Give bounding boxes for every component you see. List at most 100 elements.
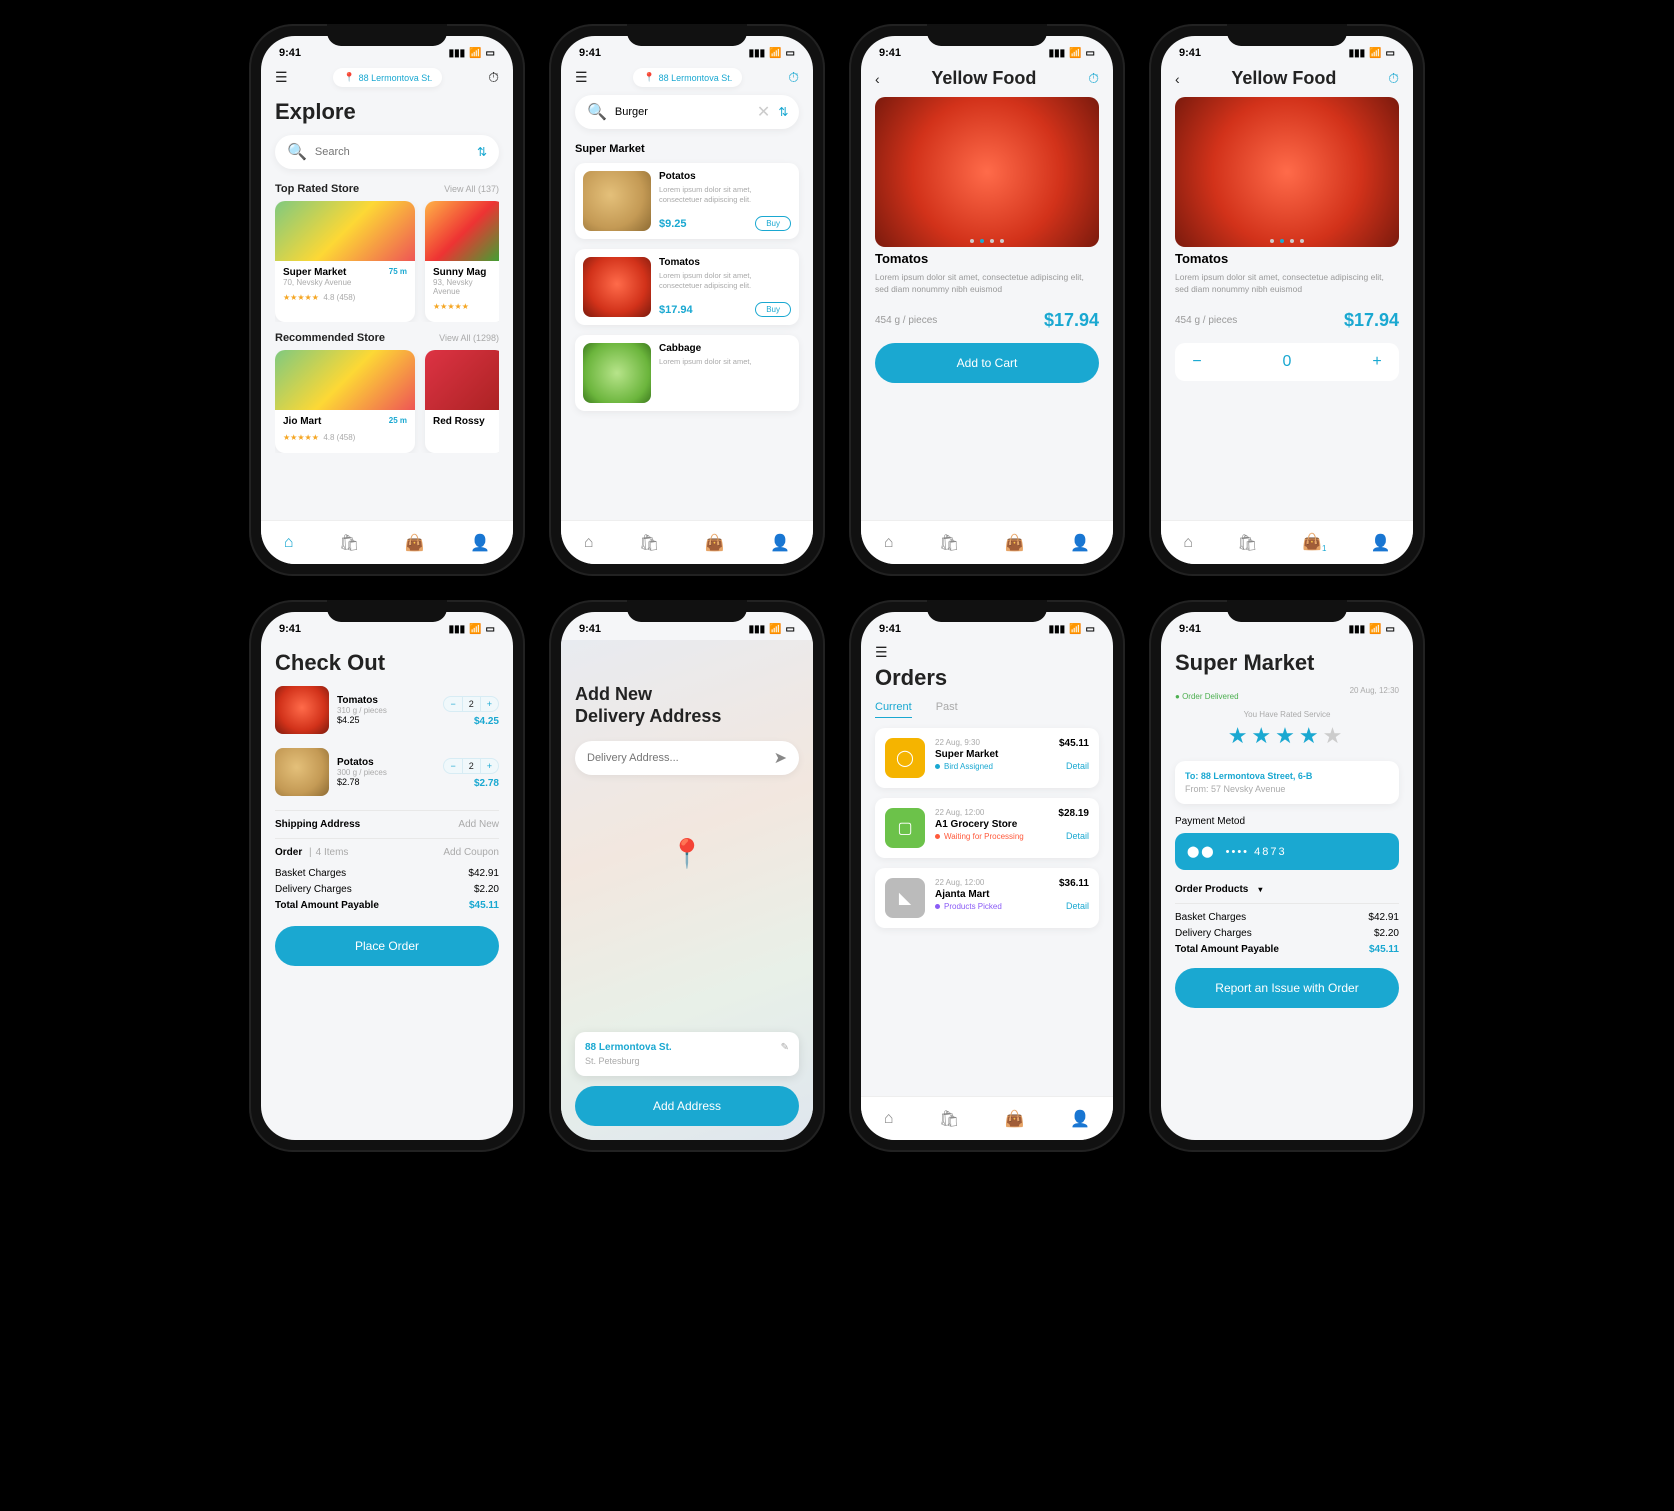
tab-home-icon[interactable]: ⌂ (284, 534, 294, 552)
tab-bag-icon[interactable]: 🛍 (339, 533, 359, 553)
quantity-stepper: −2+ (443, 758, 499, 774)
search-field[interactable] (315, 146, 477, 158)
payment-method-label: Payment Metod (1175, 816, 1399, 827)
cart-item-image (275, 686, 329, 734)
store-card[interactable]: Red Rossy (425, 350, 499, 453)
tab-profile-icon[interactable]: 👤 (1070, 1109, 1090, 1129)
order-card[interactable]: ◯ 22 Aug, 9:30Super MarketBird Assigned … (875, 728, 1099, 788)
tab-profile-icon[interactable]: 👤 (1070, 533, 1090, 553)
view-all-top[interactable]: View All (137) (444, 184, 499, 194)
detail-link[interactable]: Detail (1059, 761, 1089, 771)
menu-icon[interactable]: ☰ (275, 69, 288, 86)
history-icon[interactable]: ⏱ (788, 69, 799, 86)
product-row[interactable]: Cabbage Lorem ipsum dolor sit amet, (575, 335, 799, 411)
back-icon[interactable]: ‹ (1175, 71, 1180, 87)
history-icon[interactable]: ⏱ (1088, 70, 1099, 87)
shipping-label: Shipping Address (275, 819, 360, 830)
tab-cart-icon[interactable]: 👜 (405, 533, 425, 553)
history-icon[interactable]: ⏱ (488, 69, 499, 86)
tab-bar: ⌂ 🛍 👜1 👤 (1161, 520, 1413, 564)
map-pin-icon[interactable]: 📍 (670, 837, 705, 870)
tab-cart-icon[interactable]: 👜 (705, 533, 725, 553)
store-card[interactable]: Sunny Mag93, Nevsky Avenue★★★★★ (425, 201, 499, 322)
product-hero-image[interactable] (875, 97, 1099, 247)
store-title: Yellow Food (931, 68, 1036, 89)
page-dots (875, 239, 1099, 243)
page-title: Orders (875, 665, 1099, 691)
tab-bag-icon[interactable]: 🛍 (939, 1109, 959, 1129)
detail-link[interactable]: Detail (1059, 901, 1089, 911)
tab-bag-icon[interactable]: 🛍 (939, 533, 959, 553)
pin-icon: 📍 (643, 72, 654, 83)
add-to-cart-button[interactable]: Add to Cart (875, 343, 1099, 383)
order-card[interactable]: ▢ 22 Aug, 12:00A1 Grocery StoreWaiting f… (875, 798, 1099, 858)
tab-bag-icon[interactable]: 🛍 (639, 533, 659, 553)
tab-home-icon[interactable]: ⌂ (584, 534, 594, 552)
locate-icon[interactable]: ➤ (774, 748, 787, 768)
edit-icon[interactable]: ✎ (781, 1042, 789, 1053)
place-order-button[interactable]: Place Order (275, 926, 499, 966)
address-card[interactable]: ✎ 88 Lermontova St. St. Petesburg (575, 1032, 799, 1076)
qty-minus-button[interactable]: − (444, 697, 461, 711)
buy-button[interactable]: Buy (755, 302, 791, 317)
tab-past[interactable]: Past (936, 701, 958, 718)
report-issue-button[interactable]: Report an Issue with Order (1175, 968, 1399, 1008)
qty-minus-button[interactable]: − (1175, 353, 1219, 371)
add-address-button[interactable]: Add Address (575, 1086, 799, 1126)
address-pill[interactable]: 📍88 Lermontova St. (333, 68, 442, 87)
search-input[interactable]: 🔍 ✕ ⇅ (575, 95, 799, 129)
product-hero-image[interactable] (1175, 97, 1399, 247)
page-title: Super Market (1175, 650, 1399, 676)
cart-item: Potatos 300 g / pieces $2.78 −2+ $2.78 (275, 748, 499, 796)
address-field[interactable] (587, 752, 774, 764)
detail-link[interactable]: Detail (1058, 831, 1089, 841)
menu-icon[interactable]: ☰ (875, 644, 888, 661)
address-input[interactable]: ➤ (575, 741, 799, 775)
tab-current[interactable]: Current (875, 701, 912, 718)
add-address-link[interactable]: Add New (458, 819, 499, 830)
history-icon[interactable]: ⏱ (1388, 70, 1399, 87)
order-tabs: Current Past (875, 701, 1099, 718)
tab-cart-icon[interactable]: 👜 (1005, 1109, 1025, 1129)
tab-home-icon[interactable]: ⌂ (884, 534, 894, 552)
payment-card[interactable]: ⬤⬤•••• 4873 (1175, 833, 1399, 870)
order-products-toggle[interactable]: Order Products▾ (1175, 884, 1399, 895)
tab-home-icon[interactable]: ⌂ (1183, 534, 1193, 552)
back-icon[interactable]: ‹ (875, 71, 880, 87)
cart-item-image (275, 748, 329, 796)
filter-icon[interactable]: ⇅ (778, 105, 788, 119)
tab-cart-icon[interactable]: 👜1 (1302, 532, 1326, 553)
qty-minus-button[interactable]: − (444, 759, 461, 773)
view-all-rec[interactable]: View All (1298) (439, 333, 499, 343)
add-coupon-link[interactable]: Add Coupon (443, 847, 499, 858)
store-card[interactable]: 75 m Super Market 70, Nevsky Avenue ★★★★… (275, 201, 415, 322)
product-row[interactable]: Potatos Lorem ipsum dolor sit amet, cons… (575, 163, 799, 239)
store-icon: ◯ (885, 738, 925, 778)
order-status: ● Order Delivered (1175, 692, 1239, 701)
address-pill[interactable]: 📍88 Lermontova St. (633, 68, 742, 87)
rating-stars[interactable]: ★★★★★ (1175, 723, 1399, 749)
qty-plus-button[interactable]: + (1355, 353, 1399, 371)
product-row[interactable]: Tomatos Lorem ipsum dolor sit amet, cons… (575, 249, 799, 325)
pin-icon: 📍 (343, 72, 354, 83)
product-desc: Lorem ipsum dolor sit amet, consectetue … (875, 272, 1099, 296)
qty-plus-button[interactable]: + (481, 759, 498, 773)
product-weight: 454 g / pieces (875, 315, 937, 326)
tab-profile-icon[interactable]: 👤 (470, 533, 490, 553)
menu-icon[interactable]: ☰ (575, 69, 588, 86)
tab-bag-icon[interactable]: 🛍 (1237, 533, 1257, 553)
tab-profile-icon[interactable]: 👤 (770, 533, 790, 553)
store-card[interactable]: 25 m Jio Mart ★★★★★ 4.8 (458) (275, 350, 415, 453)
store-image (275, 350, 415, 410)
filter-icon[interactable]: ⇅ (477, 145, 487, 159)
search-input[interactable]: 🔍 ⇅ (275, 135, 499, 169)
search-field[interactable] (615, 106, 757, 118)
tab-cart-icon[interactable]: 👜 (1005, 533, 1025, 553)
qty-plus-button[interactable]: + (481, 697, 498, 711)
product-image (583, 343, 651, 403)
clear-icon[interactable]: ✕ (757, 102, 770, 122)
tab-profile-icon[interactable]: 👤 (1371, 533, 1391, 553)
buy-button[interactable]: Buy (755, 216, 791, 231)
order-card[interactable]: ◣ 22 Aug, 12:00Ajanta MartProducts Picke… (875, 868, 1099, 928)
tab-home-icon[interactable]: ⌂ (884, 1110, 894, 1128)
